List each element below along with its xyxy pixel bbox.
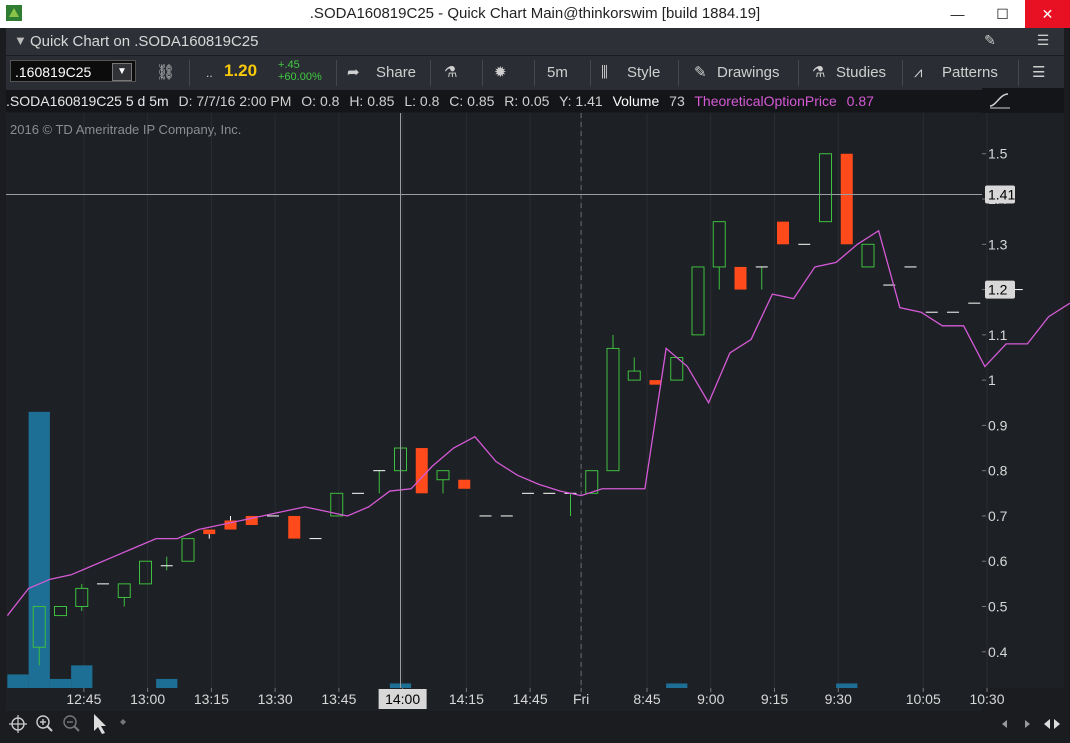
expand-icon[interactable] (1044, 719, 1060, 729)
y-tick-label: 0.4 (988, 644, 1008, 660)
y-tick-label: 1.1 (988, 327, 1008, 343)
x-tick-label: 13:45 (321, 691, 356, 707)
x-tick-label: 9:15 (761, 691, 788, 707)
drag-handle-icon[interactable] (120, 719, 126, 725)
y-tick-label: 1.5 (988, 146, 1008, 162)
price-tag-label: 1.41 (988, 186, 1015, 202)
volume-bar (71, 665, 93, 688)
x-tick-label: 10:05 (906, 691, 941, 707)
y-tick-label: 0.7 (988, 508, 1008, 524)
y-tick-label: 0.5 (988, 599, 1008, 615)
y-tick-label: 0.9 (988, 417, 1008, 433)
x-tick-label: Fri (573, 691, 589, 707)
candle-body-down (649, 380, 662, 385)
x-tick-label: 9:30 (825, 691, 852, 707)
plot-area[interactable] (6, 113, 982, 688)
bottom-toolbar (9, 714, 1060, 734)
x-tick-label: 13:30 (258, 691, 293, 707)
y-tick-label: 0.6 (988, 553, 1008, 569)
y-tick-label: 1.3 (988, 236, 1008, 252)
crosshair-tool-icon[interactable] (9, 715, 27, 733)
x-tick-label: 14:15 (449, 691, 484, 707)
x-tick-label: 14:45 (513, 691, 548, 707)
candle-body-down (203, 529, 216, 535)
y-tick-label: 0.8 (988, 463, 1008, 479)
candle-body-down (288, 515, 301, 539)
axis-corner (982, 88, 1064, 113)
volume-bar (836, 683, 858, 688)
candle-body-down (458, 479, 471, 489)
volume-bar (28, 411, 50, 688)
chart-canvas[interactable]: 0.40.50.60.70.80.911.11.21.31.41.51.411.… (0, 0, 1070, 743)
x-tick-label: 14:00 (385, 691, 420, 707)
x-tick-label: 13:15 (194, 691, 229, 707)
candle-body-down (415, 448, 428, 494)
pointer-tool-icon[interactable] (94, 714, 106, 734)
volume-bar (666, 683, 688, 688)
volume-bar (7, 674, 29, 688)
volume-bar (156, 678, 178, 688)
x-tick-label: 12:45 (66, 691, 101, 707)
zoom-out-icon[interactable] (63, 715, 80, 732)
y-tick-label: 1 (988, 372, 996, 388)
x-tick-label: 10:30 (969, 691, 1004, 707)
candle-body-down (840, 153, 853, 245)
price-tag-label: 1.2 (988, 282, 1008, 298)
candle-body-down (777, 221, 789, 245)
scroll-left-icon[interactable] (1002, 720, 1007, 728)
scroll-right-icon[interactable] (1025, 720, 1030, 728)
x-tick-label: 8:45 (633, 691, 660, 707)
x-tick-label: 13:00 (130, 691, 165, 707)
zoom-in-icon[interactable] (36, 715, 53, 732)
x-tick-label: 9:00 (697, 691, 724, 707)
candle-body-down (734, 266, 747, 290)
copyright-text: 2016 © TD Ameritrade IP Company, Inc. (10, 122, 241, 137)
volume-bar (49, 678, 72, 688)
